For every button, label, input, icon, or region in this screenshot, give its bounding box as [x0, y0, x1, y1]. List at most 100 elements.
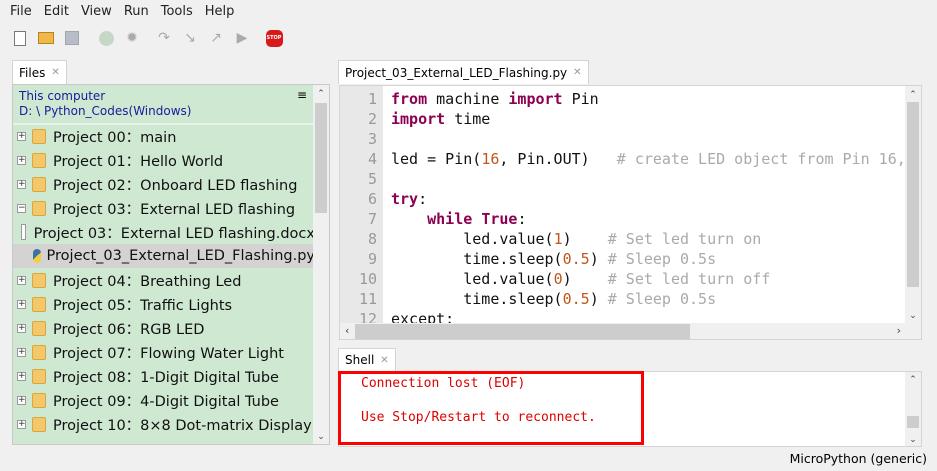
menu-run[interactable]: Run: [118, 4, 155, 19]
line-number: 11: [358, 290, 377, 308]
code-token: ): [589, 290, 608, 308]
expand-icon[interactable]: +: [17, 371, 26, 381]
code-editor[interactable]: 1 2 3 4 5 6 7 8 9 10 11 12 from machine import Pin i…: [339, 85, 922, 340]
collapse-icon[interactable]: −: [17, 203, 26, 213]
folder-icon: [32, 272, 46, 288]
toolbar: ✹ ↷ ↘ ↗ ▶ STOP: [10, 26, 284, 50]
menu-tools[interactable]: Tools: [155, 4, 199, 19]
menu-edit[interactable]: Edit: [38, 4, 75, 19]
file-tree-item[interactable]: Project_03_External_LED_Flashing.py: [13, 244, 315, 268]
file-tree-item-label: Project 04：Breathing Led: [53, 273, 242, 290]
folder-icon: [32, 296, 46, 312]
line-number: 4: [367, 150, 377, 168]
location-label: This computer: [19, 89, 106, 103]
code-line: from machine import Pin: [391, 89, 599, 109]
file-tree-item-label: Project 07：Flowing Water Light: [53, 345, 284, 362]
file-tree-item[interactable]: + Project 10：8×8 Dot-matrix Display: [13, 412, 315, 436]
code-token: :: [418, 190, 428, 208]
tab-shell[interactable]: Shell ✕: [338, 348, 396, 371]
editor-vscrollbar[interactable]: ⌃ ⌄: [905, 86, 921, 323]
new-file-icon[interactable]: [10, 28, 30, 48]
python-file-icon: [33, 249, 41, 263]
close-icon[interactable]: ✕: [51, 67, 59, 78]
menu-bar: File Edit View Run Tools Help: [0, 0, 937, 22]
code-token: Pin: [562, 90, 599, 108]
editor-hscrollbar[interactable]: ‹ ›: [340, 323, 921, 339]
code-token: led.value(: [391, 230, 554, 248]
shell-scrollbar[interactable]: ⌃ ⌄: [905, 372, 921, 446]
files-scrollbar[interactable]: ⌃ ⌄: [313, 85, 329, 444]
file-tree-item-label: Project 02：Onboard LED flashing: [53, 177, 298, 194]
code-line: time.sleep(0.5) # Sleep 0.5s: [391, 249, 716, 269]
expand-icon[interactable]: +: [17, 323, 26, 333]
close-icon[interactable]: ✕: [380, 355, 388, 366]
code-token: :: [517, 210, 527, 228]
line-number: 5: [367, 170, 377, 188]
menu-view[interactable]: View: [75, 4, 118, 19]
file-tree-item[interactable]: + Project 02：Onboard LED flashing: [13, 172, 315, 196]
code-line: import time: [391, 109, 490, 129]
expand-icon[interactable]: +: [17, 347, 26, 357]
code-token: # Sleep 0.5s: [607, 250, 717, 268]
line-number: 7: [367, 210, 377, 228]
folder-icon: [32, 368, 46, 384]
open-folder-icon[interactable]: [36, 28, 56, 48]
code-token: import: [508, 90, 563, 108]
tab-files[interactable]: Files ✕: [12, 60, 67, 84]
expand-icon[interactable]: +: [17, 179, 26, 189]
run-icon[interactable]: [96, 28, 116, 48]
expand-icon[interactable]: +: [17, 155, 26, 165]
file-tree-item-label: Project 03：External LED flashing: [53, 201, 296, 218]
close-icon[interactable]: ✕: [573, 67, 581, 78]
code-token: machine: [427, 90, 509, 108]
line-number-gutter: 1 2 3 4 5 6 7 8 9 10 11 12: [340, 86, 383, 328]
file-tree-item[interactable]: + Project 00：main: [13, 124, 315, 148]
file-tree-item[interactable]: + Project 07：Flowing Water Light: [13, 340, 315, 364]
files-location: This computer D: \ Python_Codes(Windows)…: [13, 85, 329, 125]
step-over-icon[interactable]: ↷: [154, 28, 174, 48]
code-token: 16: [481, 150, 500, 168]
line-number: 6: [367, 190, 377, 208]
stop-icon[interactable]: STOP: [264, 28, 284, 48]
line-number: 3: [367, 130, 377, 148]
line-number: 8: [367, 230, 377, 248]
code-token: time.sleep(: [391, 250, 563, 268]
folder-icon: [32, 392, 46, 408]
file-tree-item[interactable]: + Project 09：4-Digit Digital Tube: [13, 388, 315, 412]
expand-icon[interactable]: +: [17, 275, 26, 285]
expand-icon[interactable]: +: [17, 395, 26, 405]
tab-editor-file[interactable]: Project_03_External_LED_Flashing.py ✕: [338, 60, 589, 84]
file-tree-item[interactable]: − Project 03：External LED flashing: [13, 196, 315, 220]
expand-icon[interactable]: +: [17, 299, 26, 309]
interpreter-status[interactable]: MicroPython (generic): [790, 451, 927, 466]
file-tree-item[interactable]: Project 03：External LED flashing.docx: [13, 220, 315, 244]
folder-icon: [32, 200, 46, 216]
menu-file[interactable]: File: [4, 4, 38, 19]
save-icon[interactable]: [62, 28, 82, 48]
file-tree-item[interactable]: + Project 01：Hello World: [13, 148, 315, 172]
code-token: import: [391, 110, 446, 128]
file-tree-item[interactable]: + Project 08：1-Digit Digital Tube: [13, 364, 315, 388]
menu-icon[interactable]: ≡: [297, 88, 307, 103]
code-token: time.sleep(: [391, 290, 563, 308]
expand-icon[interactable]: +: [17, 131, 26, 141]
folder-icon: [32, 344, 46, 360]
highlight-box: [338, 371, 644, 445]
step-out-icon[interactable]: ↗: [206, 28, 226, 48]
code-token: ): [562, 270, 608, 288]
location-path[interactable]: D: \ Python_Codes(Windows): [19, 104, 323, 119]
code-line: while True:: [391, 209, 526, 229]
folder-icon: [32, 152, 46, 168]
debug-icon[interactable]: ✹: [122, 28, 142, 48]
file-tree-item[interactable]: + Project 06：RGB LED: [13, 316, 315, 340]
code-token: 0: [553, 270, 563, 288]
code-token: ): [589, 250, 608, 268]
scroll-thumb[interactable]: [315, 103, 327, 213]
menu-help[interactable]: Help: [199, 4, 241, 19]
expand-icon[interactable]: +: [17, 419, 26, 429]
file-tree-item[interactable]: + Project 05：Traffic Lights: [13, 292, 315, 316]
resume-icon[interactable]: ▶: [232, 28, 252, 48]
file-tree-item[interactable]: + Project 04：Breathing Led: [13, 268, 315, 292]
step-into-icon[interactable]: ↘: [180, 28, 200, 48]
